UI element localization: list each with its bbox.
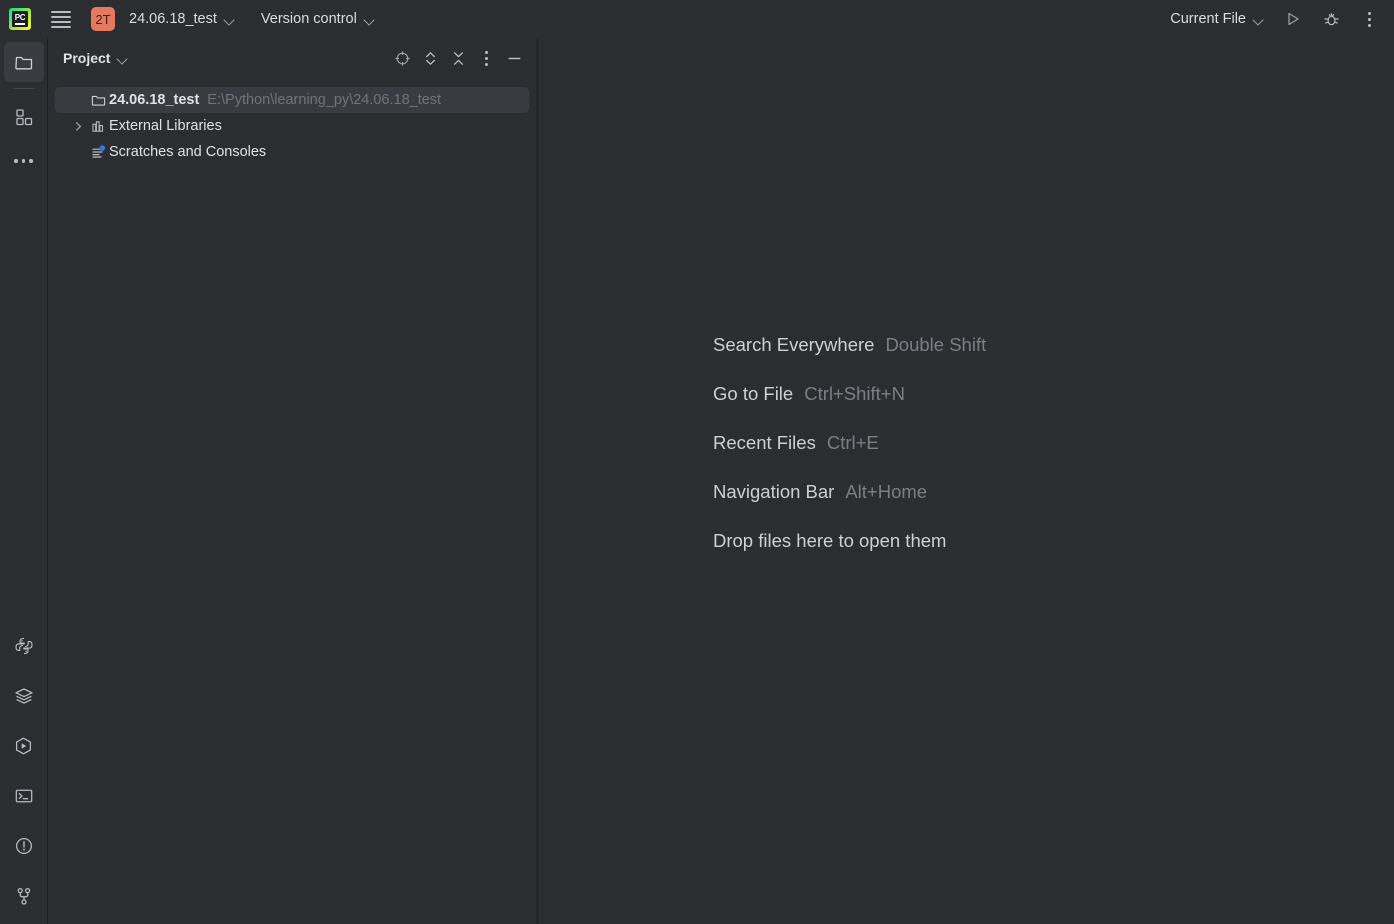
warning-circle-icon <box>15 837 32 855</box>
hint-action-label: Drop files here to open them <box>713 530 947 551</box>
tree-item-project-root[interactable]: 24.06.18_test E:\Python\learning_py\24.0… <box>55 87 529 113</box>
editor-shortcut-hints: Search Everywhere Double Shift Go to Fil… <box>713 334 986 579</box>
chevron-down-icon <box>1253 14 1264 25</box>
chevron-down-icon[interactable] <box>117 53 128 64</box>
version-control-label: Version control <box>260 11 357 27</box>
tree-item-label: Scratches and Consoles <box>109 144 267 160</box>
expand-chevrons-icon <box>425 51 435 65</box>
hint-search-everywhere[interactable]: Search Everywhere Double Shift <box>713 334 986 383</box>
sidebar-item-python-console[interactable] <box>4 626 44 666</box>
debug-bug-icon <box>1324 12 1338 25</box>
hint-action-label: Recent Files <box>713 432 816 453</box>
project-name-label: 24.06.18_test <box>129 11 217 27</box>
project-options-button[interactable] <box>473 45 499 71</box>
hamburger-menu-icon[interactable] <box>51 9 71 29</box>
expand-all-button[interactable] <box>417 45 443 71</box>
more-options-button[interactable] <box>1354 4 1384 34</box>
sidebar-item-problems[interactable] <box>4 826 44 866</box>
project-panel-title: Project <box>63 50 111 66</box>
sidebar-item-version-control[interactable] <box>4 876 44 916</box>
select-opened-file-button[interactable] <box>389 45 415 71</box>
hint-shortcut-label: Ctrl+Shift+N <box>804 383 905 404</box>
project-panel-header: Project <box>49 38 537 78</box>
project-tool-window: Project 24.06.18_test E:\Python\learning… <box>49 38 538 924</box>
hint-navigation-bar[interactable]: Navigation Bar Alt+Home <box>713 481 986 530</box>
hint-drop-files: Drop files here to open them <box>713 530 986 579</box>
hint-shortcut-label: Ctrl+E <box>826 432 879 453</box>
sidebar-item-more[interactable] <box>4 141 44 181</box>
run-button[interactable] <box>1278 4 1308 34</box>
hint-go-to-file[interactable]: Go to File Ctrl+Shift+N <box>713 383 986 432</box>
hint-shortcut-label: Alt+Home <box>845 481 928 502</box>
project-badge[interactable]: 2T <box>91 7 115 31</box>
title-bar: PC 2T 24.06.18_test Version control Curr… <box>0 0 1394 38</box>
pycharm-logo: PC <box>9 8 31 30</box>
git-branch-icon <box>17 887 30 905</box>
library-icon <box>87 119 109 134</box>
layers-icon <box>14 688 33 704</box>
chevron-down-icon <box>224 14 235 25</box>
python-icon <box>14 637 33 655</box>
tree-item-external-libraries[interactable]: External Libraries <box>55 113 529 139</box>
folder-icon <box>14 56 32 70</box>
tree-item-label: External Libraries <box>109 118 222 134</box>
crosshair-target-icon <box>394 50 410 66</box>
folder-icon <box>87 93 109 108</box>
hide-panel-button[interactable] <box>501 45 527 71</box>
project-tree: 24.06.18_test E:\Python\learning_py\24.0… <box>49 78 537 165</box>
structure-squares-icon <box>15 109 32 126</box>
more-vertical-icon <box>1367 11 1371 27</box>
collapse-all-button[interactable] <box>445 45 471 71</box>
ellipsis-icon <box>14 159 33 163</box>
run-play-icon <box>1288 12 1299 26</box>
chevron-right-icon[interactable] <box>69 121 87 132</box>
chevron-down-icon <box>364 14 375 25</box>
left-tool-rail <box>0 38 48 924</box>
run-configuration-label: Current File <box>1170 11 1246 27</box>
run-configuration-dropdown[interactable]: Current File <box>1164 0 1270 38</box>
tree-item-label: 24.06.18_test <box>109 92 200 108</box>
hint-action-label: Go to File <box>713 383 794 404</box>
sidebar-item-database[interactable] <box>4 676 44 716</box>
hint-action-label: Navigation Bar <box>713 481 835 502</box>
debug-button[interactable] <box>1316 4 1346 34</box>
collapse-chevrons-icon <box>453 51 463 65</box>
rail-divider <box>12 88 35 89</box>
tree-item-scratches-and-consoles[interactable]: Scratches and Consoles <box>55 139 529 165</box>
sidebar-item-run[interactable] <box>4 726 44 766</box>
minus-icon <box>508 57 521 59</box>
scratches-icon <box>87 144 109 160</box>
hint-recent-files[interactable]: Recent Files Ctrl+E <box>713 432 986 481</box>
tree-item-path: E:\Python\learning_py\24.06.18_test <box>207 92 442 108</box>
sidebar-item-structure[interactable] <box>4 97 44 137</box>
sidebar-item-project[interactable] <box>3 42 44 82</box>
version-control-dropdown[interactable]: Version control <box>255 0 381 38</box>
sidebar-item-terminal[interactable] <box>4 776 44 816</box>
hint-shortcut-label: Double Shift <box>885 334 987 355</box>
more-vertical-icon <box>484 50 488 66</box>
project-name-dropdown[interactable]: 24.06.18_test <box>123 0 241 38</box>
pycharm-logo-text: PC <box>14 12 26 22</box>
hint-action-label: Search Everywhere <box>713 334 875 355</box>
hexagon-play-icon <box>15 737 32 754</box>
editor-empty-area: Search Everywhere Double Shift Go to Fil… <box>539 38 1394 924</box>
terminal-icon <box>15 789 32 803</box>
